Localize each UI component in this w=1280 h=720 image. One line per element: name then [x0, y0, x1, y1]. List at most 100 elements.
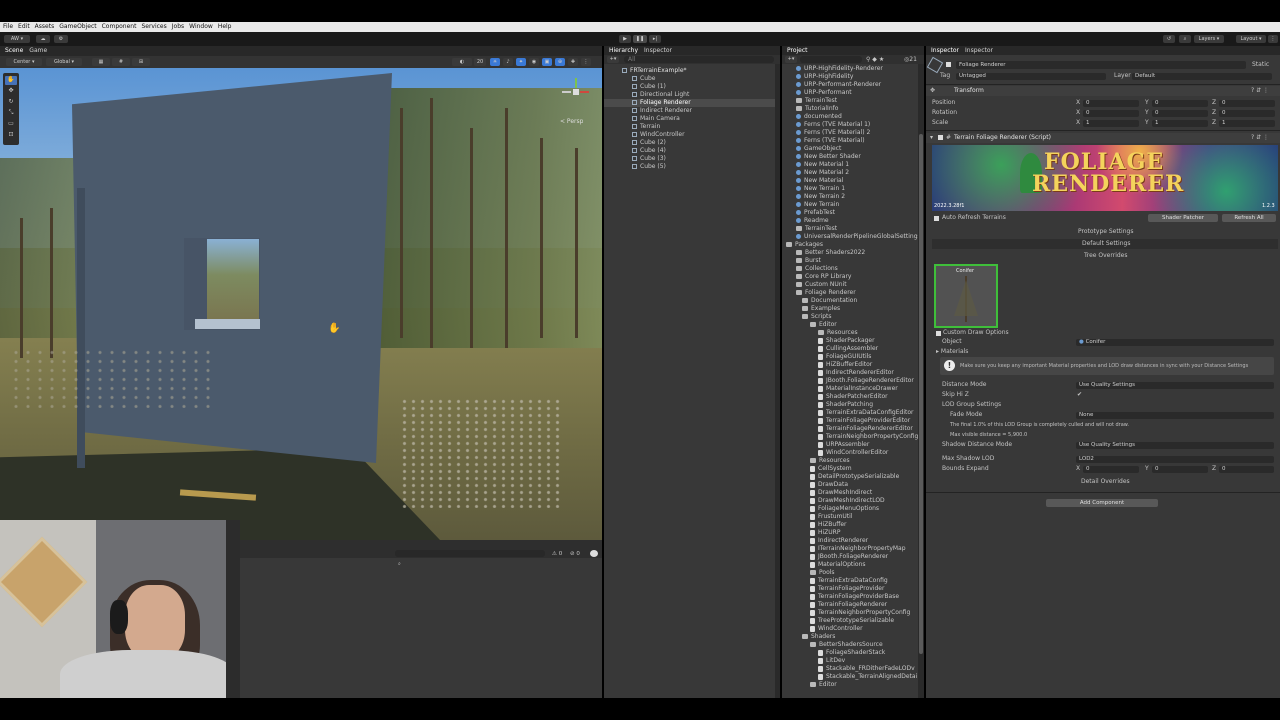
scene-viewport[interactable]: < Persp ✋ ✥ ↻ ⤡ ▭ ⊡ ✋ — [0, 68, 602, 540]
project-asset[interactable]: Ferns (TVE Material) 2 — [782, 129, 924, 137]
console-search[interactable]: ⌕ — [395, 550, 545, 567]
menu-component[interactable]: Component — [102, 23, 137, 31]
project-asset[interactable]: FoliageShaderStack — [782, 649, 924, 657]
bounds-x-field[interactable]: 0 — [1083, 466, 1139, 473]
project-folder[interactable]: Editor — [782, 681, 924, 689]
account-dropdown[interactable]: AW ▾ — [4, 35, 30, 43]
transform-z-field[interactable]: 1 — [1219, 120, 1275, 127]
scene-root-row[interactable]: FRTerrainExample* — [604, 67, 780, 75]
project-asset[interactable]: New Terrain 2 — [782, 193, 924, 201]
project-folder[interactable]: Pools — [782, 569, 924, 577]
hierarchy-item[interactable]: Cube (1) — [604, 83, 780, 91]
grid-snap-icon[interactable]: ▦ — [92, 58, 110, 66]
project-asset[interactable]: HiZBufferEditor — [782, 361, 924, 369]
project-asset[interactable]: URP-HighFidelity-Renderer — [782, 65, 924, 73]
project-asset[interactable]: FoliageGUIUtils — [782, 353, 924, 361]
project-asset[interactable]: TerrainFoliageProviderBase — [782, 593, 924, 601]
tab-inspector-1[interactable]: Inspector — [931, 47, 959, 55]
shadow-distance-dropdown[interactable]: Use Quality Settings — [1076, 442, 1274, 449]
rotate-tool-icon[interactable]: ↻ — [5, 98, 17, 107]
project-folder[interactable]: Foliage Renderer — [782, 289, 924, 297]
project-asset[interactable]: HiZURP — [782, 529, 924, 537]
project-asset[interactable]: MaterialOptions — [782, 561, 924, 569]
project-asset[interactable]: TerrainFoliageProvider — [782, 585, 924, 593]
project-asset[interactable]: FrustumUtil — [782, 513, 924, 521]
orientation-gizmo[interactable] — [560, 76, 590, 106]
tab-game[interactable]: Game — [29, 47, 47, 55]
project-asset[interactable]: GameObject — [782, 145, 924, 153]
tree-overrides-header[interactable]: Tree Overrides — [1084, 252, 1128, 260]
layout-dropdown[interactable]: Layout ▾ — [1236, 35, 1266, 43]
project-search-input[interactable] — [800, 56, 862, 63]
project-asset[interactable]: HiZBuffer — [782, 521, 924, 529]
more-scene-icon[interactable]: ⋮ — [581, 58, 591, 66]
project-asset[interactable]: TerrainFoliageRendererEditor — [782, 425, 924, 433]
step-button[interactable]: ▸| — [649, 35, 661, 43]
project-asset[interactable]: LitDev — [782, 657, 924, 665]
auto-refresh-checkbox[interactable] — [934, 216, 939, 221]
pause-button[interactable]: ❚❚ — [633, 35, 647, 43]
project-asset[interactable]: Ferns (TVE Material) — [782, 137, 924, 145]
camera-icon[interactable]: ▣ — [542, 58, 552, 66]
custom-draw-checkbox[interactable] — [936, 331, 941, 336]
project-asset[interactable]: ShaderPatching — [782, 401, 924, 409]
tab-inspector-2[interactable]: Inspector — [965, 47, 993, 55]
project-folder[interactable]: TutorialInfo — [782, 105, 924, 113]
hierarchy-item[interactable]: Cube — [604, 75, 780, 83]
max-shadow-dropdown[interactable]: LOD2 — [1076, 456, 1274, 463]
collab-icon[interactable]: ⚙ — [54, 35, 68, 43]
filter-icons[interactable]: ⚲ ◆ ★ — [866, 56, 884, 64]
project-asset[interactable]: URP-HighFidelity — [782, 73, 924, 81]
project-folder[interactable]: Examples — [782, 305, 924, 313]
project-asset[interactable]: IndirectRenderer — [782, 537, 924, 545]
project-asset[interactable]: New Material — [782, 177, 924, 185]
project-scrollbar[interactable] — [918, 64, 924, 698]
snap-icon[interactable]: ⊞ — [132, 58, 150, 66]
play-button[interactable]: ▶ — [619, 35, 631, 43]
transform-y-field[interactable]: 0 — [1152, 100, 1208, 107]
project-asset[interactable]: MaterialInstanceDrawer — [782, 385, 924, 393]
bounds-y-field[interactable]: 0 — [1152, 466, 1208, 473]
script-component-header[interactable]: ▾ # Terrain Foliage Renderer (Script) ? … — [926, 133, 1280, 143]
transform-z-field[interactable]: 0 — [1219, 100, 1275, 107]
shader-patcher-button[interactable]: Shader Patcher — [1148, 214, 1218, 222]
scrollbar-thumb[interactable] — [919, 134, 923, 654]
project-folder[interactable]: Editor — [782, 321, 924, 329]
component-menu-icon[interactable]: ? ⇵ ⋮ — [1251, 87, 1269, 95]
menu-jobs[interactable]: Jobs — [172, 23, 184, 31]
skip-hiz-checkbox[interactable]: ✔ — [1077, 391, 1082, 399]
project-asset[interactable]: UniversalRenderPipelineGlobalSettings — [782, 233, 924, 241]
tab-inspector[interactable]: Inspector — [644, 47, 672, 55]
refresh-all-button[interactable]: Refresh All — [1222, 214, 1276, 222]
project-asset[interactable]: URP-Performant — [782, 89, 924, 97]
project-asset[interactable]: TerrainExtraDataConfigEditor — [782, 409, 924, 417]
project-asset[interactable]: ITerrainNeighborPropertyMap — [782, 545, 924, 553]
project-asset[interactable]: documented — [782, 113, 924, 121]
project-asset[interactable]: New Better Shader — [782, 153, 924, 161]
gizmos-icon[interactable]: ⊕ — [555, 58, 565, 66]
expand-icon[interactable]: ▾ — [930, 134, 933, 142]
project-asset[interactable]: ShaderPackager — [782, 337, 924, 345]
default-settings-bar[interactable]: Default Settings — [932, 239, 1278, 249]
project-asset[interactable]: URP-Performant-Renderer — [782, 81, 924, 89]
project-asset[interactable]: New Material 1 — [782, 161, 924, 169]
hidden-count[interactable]: ◎21 — [904, 56, 917, 64]
hand-tool-icon[interactable]: ✋ — [5, 76, 17, 85]
project-asset[interactable]: DetailPrototypeSerializable — [782, 473, 924, 481]
persp-label[interactable]: < Persp — [560, 118, 583, 126]
object-name-field[interactable]: Foliage Renderer — [956, 61, 1246, 69]
draw-mode-icon[interactable]: ◐ — [452, 58, 472, 66]
project-folder[interactable]: Better Shaders2022 — [782, 249, 924, 257]
hierarchy-item[interactable]: Cube (3) — [604, 155, 780, 163]
tag-dropdown[interactable]: Untagged — [956, 73, 1106, 80]
hierarchy-item[interactable]: Directional Light — [604, 91, 780, 99]
transform-x-field[interactable]: 0 — [1083, 100, 1139, 107]
menu-services[interactable]: Services — [141, 23, 166, 31]
project-asset[interactable]: WindControllerEditor — [782, 449, 924, 457]
project-asset[interactable]: New Terrain 1 — [782, 185, 924, 193]
add-component-button[interactable]: Add Component — [1046, 499, 1158, 507]
project-asset[interactable]: IndirectRendererEditor — [782, 369, 924, 377]
project-asset[interactable]: JBooth.FoliageRenderer — [782, 553, 924, 561]
project-folder[interactable]: TerrainTest — [782, 97, 924, 105]
object-field[interactable]: ● Conifer — [1076, 339, 1274, 346]
